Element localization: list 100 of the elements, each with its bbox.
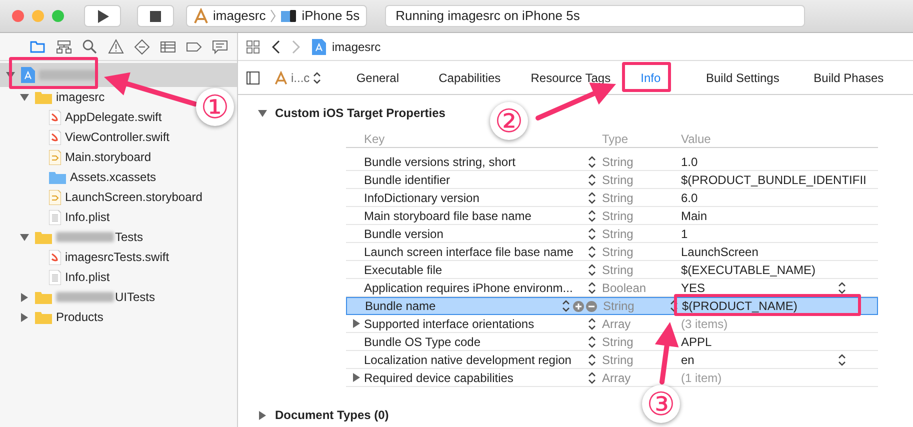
tree-item[interactable]: Main.storyboard: [0, 147, 156, 167]
tree-item[interactable]: Products: [0, 307, 108, 327]
stepper-icon[interactable]: [588, 244, 596, 258]
breadcrumb[interactable]: imagesrc: [332, 38, 381, 56]
highlight-box: [622, 62, 671, 92]
file-name: ViewController.swift: [65, 129, 170, 146]
sidebar-toggle-icon[interactable]: [246, 70, 260, 84]
stepper-icon[interactable]: [588, 352, 596, 366]
tree-item[interactable]: Tests: [0, 227, 148, 247]
type-cell-text: String: [602, 244, 634, 260]
tree-item[interactable]: LaunchScreen.storyboard: [0, 187, 206, 207]
grid-icon[interactable]: [246, 40, 260, 54]
disclosure-triangle[interactable]: [258, 108, 267, 118]
comment-icon[interactable]: [212, 38, 228, 54]
file-name: imagesrcTests.swift: [65, 249, 170, 266]
tab[interactable]: Build Settings: [682, 68, 803, 86]
plist-row[interactable]: Localization native development region String en: [346, 351, 878, 369]
stepper-icon[interactable]: [562, 299, 570, 313]
scheme-selector[interactable]: imagesrc iPhone 5s: [186, 5, 367, 27]
stepper-icon[interactable]: [670, 299, 678, 313]
file-name: Products: [56, 309, 104, 326]
folder-icon: [35, 90, 52, 104]
app-target-icon: [193, 8, 209, 24]
stepper-icon[interactable]: [588, 370, 596, 384]
disclosure-triangle[interactable]: [352, 319, 361, 328]
tree-item[interactable]: imagesrcTests.swift: [0, 247, 174, 267]
key-cell-text: InfoDictionary version: [364, 190, 480, 206]
tab[interactable]: Capabilities: [416, 68, 523, 86]
file-name: Info.plist: [65, 269, 110, 286]
swift-file-icon: [49, 130, 61, 144]
stepper-icon[interactable]: [588, 334, 596, 348]
tree-item[interactable]: UITests: [0, 287, 160, 307]
add-icon[interactable]: [573, 300, 584, 312]
tree-item[interactable]: ViewController.swift: [0, 127, 174, 147]
stepper-icon[interactable]: [588, 226, 596, 240]
storyboard-file-icon: [49, 190, 61, 204]
tree-item[interactable]: imagesrc: [0, 87, 109, 107]
play-icon: [96, 10, 108, 22]
plist-file-icon: [49, 210, 61, 224]
value-cell: YES: [681, 280, 706, 294]
key-cell-text: Bundle OS Type code: [364, 334, 482, 350]
popup-stepper-icon[interactable]: [838, 352, 846, 366]
plist-row[interactable]: Bundle name String $(PRODUCT_NAME): [346, 297, 878, 315]
run-button[interactable]: [84, 5, 121, 27]
list-icon[interactable]: [160, 38, 176, 54]
tab[interactable]: Info: [618, 68, 683, 86]
tab[interactable]: General: [338, 68, 417, 86]
warning-icon[interactable]: [108, 38, 124, 54]
folder-icon: [35, 230, 52, 244]
plist-row[interactable]: Main storyboard file base name String Main: [346, 207, 878, 225]
back-icon[interactable]: [272, 40, 280, 54]
value-cell: $(PRODUCT_NAME): [682, 299, 798, 313]
value-cell: en: [681, 352, 694, 366]
plist-row[interactable]: Bundle identifier String $(PRODUCT_BUNDLE_IDENTIFII: [346, 171, 878, 189]
tree-item[interactable]: Assets.xcassets: [0, 167, 160, 187]
disclosure-triangle[interactable]: [352, 373, 361, 382]
folder-icon: [35, 290, 52, 304]
stepper-icon[interactable]: [312, 70, 321, 84]
disclosure-triangle[interactable]: [20, 232, 29, 242]
search-icon[interactable]: [82, 38, 98, 54]
project-icon: [21, 67, 35, 83]
swift-file-icon: [49, 250, 61, 264]
stepper-icon[interactable]: [588, 154, 596, 168]
plist-row[interactable]: Bundle versions string, short String 1.0: [346, 153, 878, 171]
tree-item[interactable]: Info.plist: [0, 207, 114, 227]
key-cell-text: Required device capabilities: [364, 370, 514, 386]
value-cell: LaunchScreen: [681, 244, 758, 258]
stop-button[interactable]: [137, 5, 174, 27]
disclosure-triangle[interactable]: [20, 292, 29, 302]
disclosure-triangle[interactable]: [258, 410, 267, 420]
stepper-icon[interactable]: [588, 280, 596, 294]
tree-item[interactable]: Info.plist: [0, 267, 114, 287]
stepper-icon[interactable]: [588, 316, 596, 330]
plist-row[interactable]: Executable file String $(EXECUTABLE_NAME): [346, 261, 878, 279]
diamond-icon[interactable]: [134, 38, 150, 54]
tree-item[interactable]: AppDelegate.swift: [0, 107, 166, 127]
key-cell-text: Launch screen interface file base name: [364, 244, 574, 260]
type-cell-text: String: [603, 298, 636, 315]
tab[interactable]: Build Phases: [802, 68, 895, 86]
popup-stepper-icon[interactable]: [838, 280, 846, 294]
key-cell-text: Bundle versions string, short: [364, 154, 516, 170]
value-cell: $(EXECUTABLE_NAME): [681, 262, 816, 276]
stepper-icon[interactable]: [588, 190, 596, 204]
stepper-icon[interactable]: [588, 208, 596, 222]
plist-row[interactable]: Required device capabilities Array (1 item): [346, 369, 878, 387]
stepper-icon[interactable]: [588, 262, 596, 276]
plist-row[interactable]: InfoDictionary version String 6.0: [346, 189, 878, 207]
disclosure-triangle[interactable]: [20, 92, 29, 102]
remove-icon[interactable]: [586, 300, 597, 312]
key-cell-text: Localization native development region: [364, 352, 572, 368]
stop-icon: [150, 10, 161, 22]
plist-row[interactable]: Launch screen interface file base name String LaunchScreen: [346, 243, 878, 261]
plist-row[interactable]: Bundle version String 1: [346, 225, 878, 243]
disclosure-triangle[interactable]: [20, 312, 29, 322]
tab[interactable]: Resource Tags: [522, 68, 619, 86]
target-selector[interactable]: i...c: [274, 68, 321, 86]
hierarchy-icon[interactable]: [56, 38, 72, 54]
folder-icon[interactable]: [30, 38, 46, 54]
stepper-icon[interactable]: [588, 172, 596, 186]
tree-item[interactable]: [0, 63, 237, 87]
